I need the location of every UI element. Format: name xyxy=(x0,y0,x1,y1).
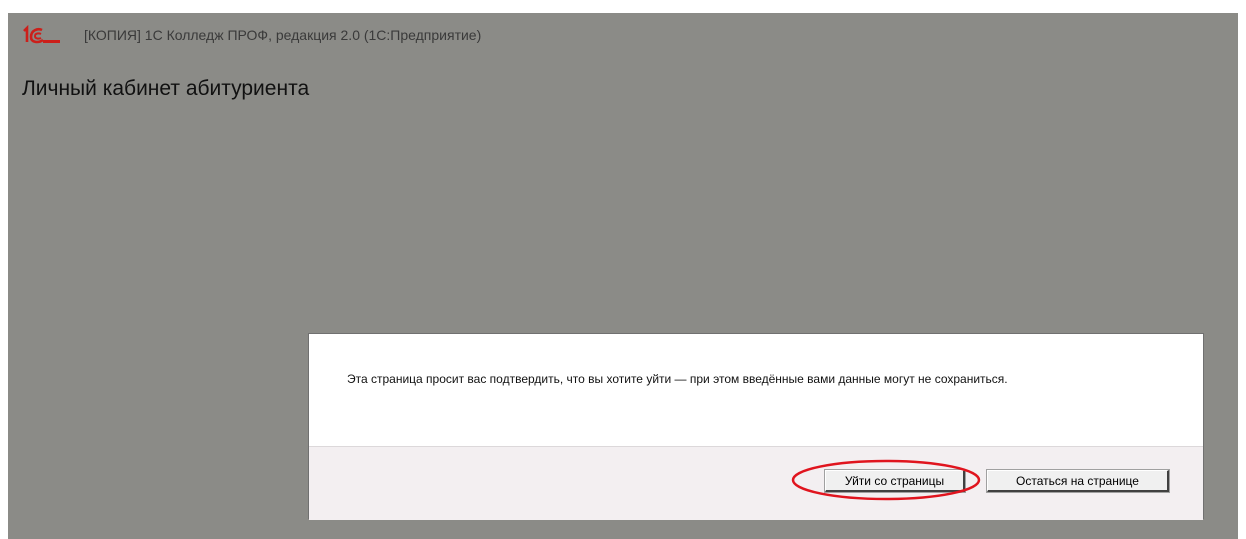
app-title: [КОПИЯ] 1С Колледж ПРОФ, редакция 2.0 (1… xyxy=(84,27,482,43)
page-title: Личный кабинет абитуриента xyxy=(22,77,310,100)
leave-page-dialog: Эта страница просит вас подтвердить, что… xyxy=(308,333,1204,520)
app-window: [КОПИЯ] 1С Колледж ПРОФ, редакция 2.0 (1… xyxy=(8,13,1238,539)
title-bar: [КОПИЯ] 1С Колледж ПРОФ, редакция 2.0 (1… xyxy=(8,13,1238,53)
stay-on-page-button[interactable]: Остаться на странице xyxy=(986,469,1170,493)
dialog-message: Эта страница просит вас подтвердить, что… xyxy=(347,372,1008,386)
1c-logo-icon xyxy=(23,25,60,44)
dialog-footer: Уйти со страницы Остаться на странице xyxy=(309,446,1203,520)
leave-page-button[interactable]: Уйти со страницы xyxy=(824,469,966,493)
